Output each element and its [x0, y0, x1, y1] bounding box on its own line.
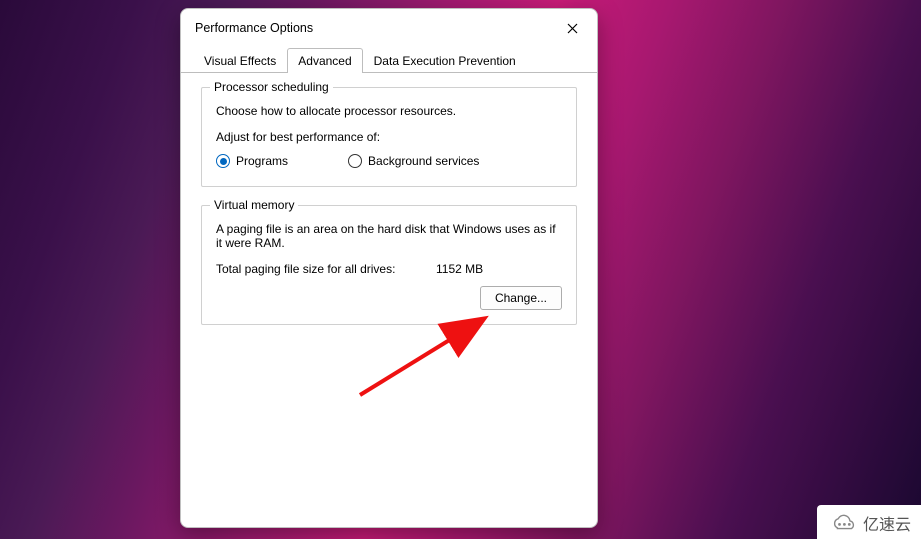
radio-programs-label: Programs — [236, 154, 288, 168]
radio-dot-icon — [216, 154, 230, 168]
radio-dot-icon — [348, 154, 362, 168]
virtual-memory-group: Virtual memory A paging file is an area … — [201, 205, 577, 325]
watermark: 亿速云 — [817, 505, 921, 539]
vm-desc: A paging file is an area on the hard dis… — [216, 222, 562, 250]
titlebar: Performance Options — [181, 9, 597, 45]
processor-desc: Choose how to allocate processor resourc… — [216, 104, 562, 118]
tab-visual-effects[interactable]: Visual Effects — [193, 48, 287, 73]
dialog-title: Performance Options — [195, 21, 313, 35]
processor-legend: Processor scheduling — [210, 80, 333, 94]
vm-legend: Virtual memory — [210, 198, 298, 212]
radio-programs[interactable]: Programs — [216, 154, 288, 168]
vm-total-value: 1152 MB — [436, 262, 483, 276]
tab-dep[interactable]: Data Execution Prevention — [363, 48, 527, 73]
tab-advanced[interactable]: Advanced — [287, 48, 362, 73]
radio-background-services[interactable]: Background services — [348, 154, 479, 168]
tab-content: Processor scheduling Choose how to alloc… — [181, 73, 597, 357]
tab-strip: Visual Effects Advanced Data Execution P… — [181, 47, 597, 73]
close-icon — [567, 23, 578, 34]
processor-scheduling-group: Processor scheduling Choose how to alloc… — [201, 87, 577, 187]
close-button[interactable] — [557, 17, 587, 39]
cloud-icon — [829, 513, 857, 533]
vm-total-row: Total paging file size for all drives: 1… — [216, 262, 562, 276]
radio-background-label: Background services — [368, 154, 479, 168]
watermark-text: 亿速云 — [863, 511, 911, 535]
processor-radio-row: Programs Background services — [216, 154, 562, 168]
adjust-label: Adjust for best performance of: — [216, 130, 562, 144]
change-button[interactable]: Change... — [480, 286, 562, 310]
performance-options-dialog: Performance Options Visual Effects Advan… — [180, 8, 598, 528]
vm-total-label: Total paging file size for all drives: — [216, 262, 436, 276]
